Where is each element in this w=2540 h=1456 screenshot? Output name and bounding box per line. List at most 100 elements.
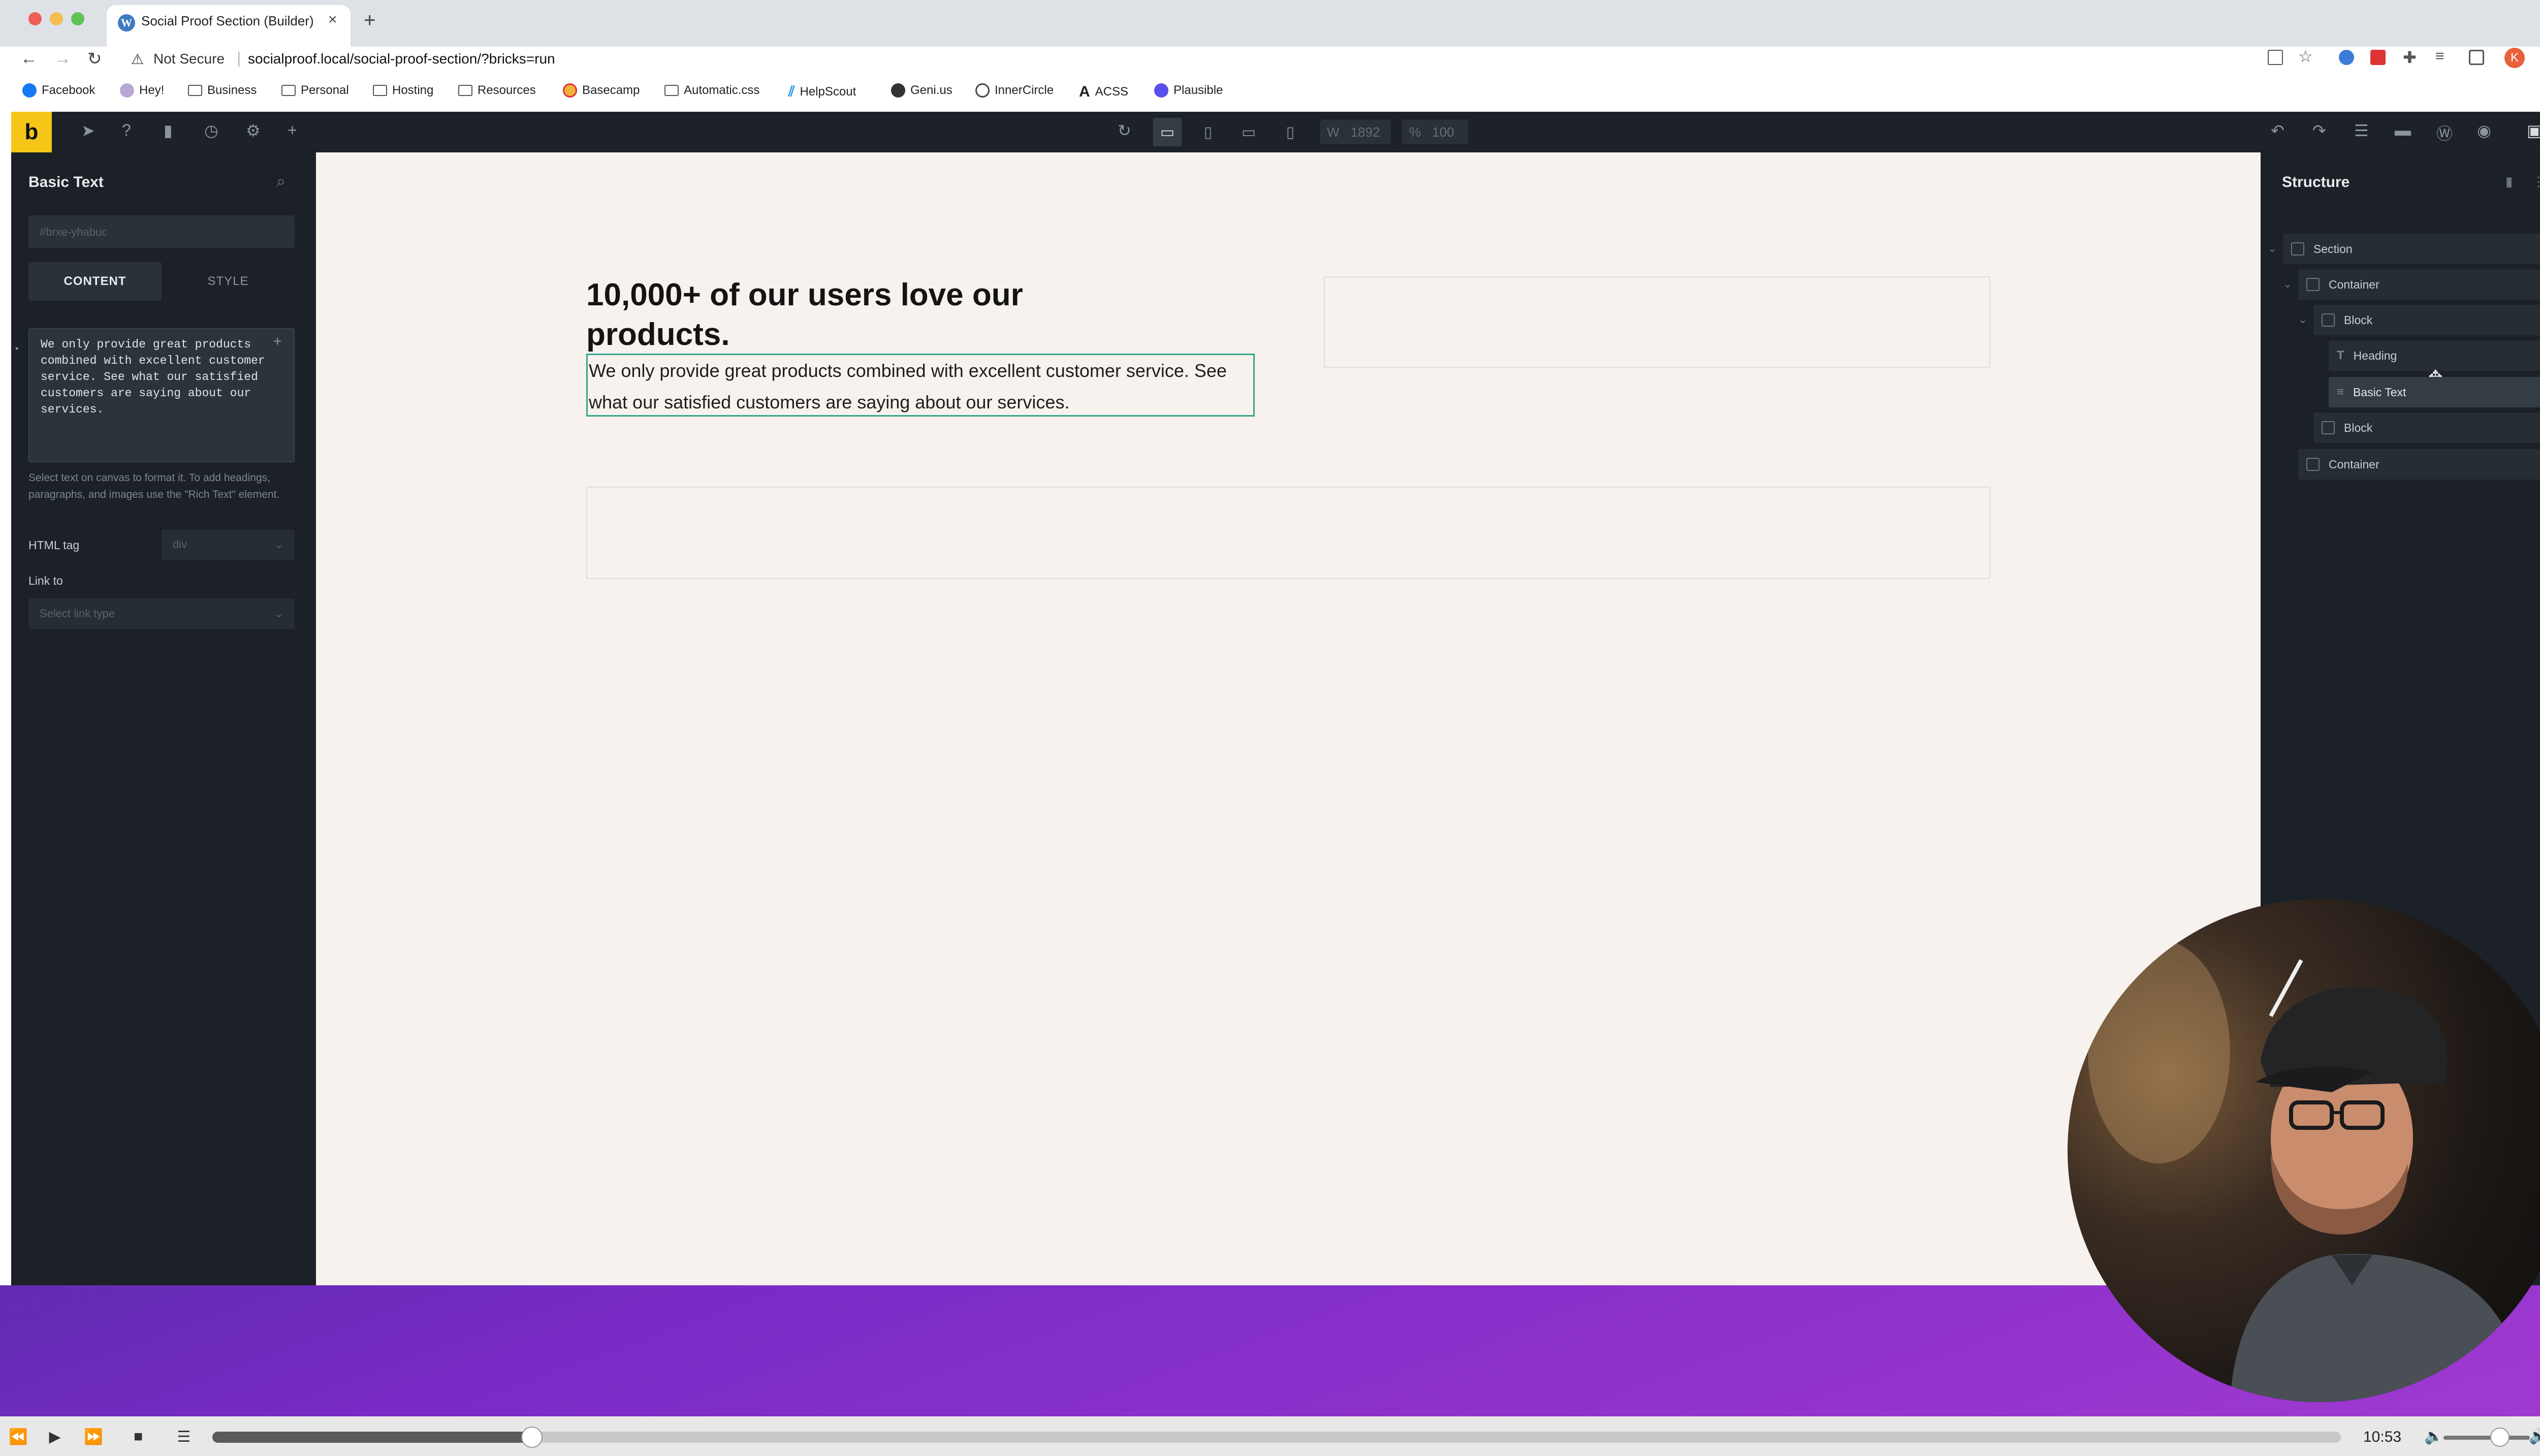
rewind-icon[interactable]: ⏪: [4, 1422, 33, 1451]
tablet-landscape-breakpoint-button[interactable]: ▭: [1234, 118, 1263, 146]
volume-handle[interactable]: [2490, 1428, 2510, 1447]
control-indicator: •: [15, 343, 19, 354]
width-label: W: [1327, 124, 1340, 140]
bookmark-hey[interactable]: Hey!: [120, 83, 164, 98]
dynamic-data-icon[interactable]: +: [273, 333, 281, 350]
maximize-window-button[interactable]: [71, 12, 84, 25]
bookmark-star-icon[interactable]: ☆: [2298, 47, 2313, 66]
bookmark-acss[interactable]: A ACSS: [1079, 83, 1128, 101]
url-input[interactable]: socialproof.local/social-proof-section/?…: [248, 51, 555, 67]
structure-item-section[interactable]: Section: [2283, 234, 2540, 264]
structure-item-label: Block: [2344, 313, 2373, 327]
bricks-logo[interactable]: b: [11, 112, 52, 152]
bookmark-personal[interactable]: Personal: [281, 83, 349, 98]
refresh-icon[interactable]: ↻: [1118, 121, 1131, 140]
elements-icon[interactable]: ➤: [81, 121, 95, 140]
structure-item-block[interactable]: Block: [2313, 413, 2540, 443]
bookmark-genius[interactable]: Geni.us: [891, 83, 952, 98]
stop-icon[interactable]: ■: [124, 1422, 152, 1451]
structure-item-heading[interactable]: T Heading: [2329, 340, 2540, 371]
new-tab-icon[interactable]: +: [364, 9, 375, 32]
structure-item-basic-text[interactable]: ≡ Basic Text: [2329, 377, 2540, 407]
element-settings-panel: [11, 152, 316, 1285]
bookmark-label: Personal: [301, 83, 349, 97]
canvas-width-field[interactable]: W 1892: [1320, 120, 1391, 144]
structure-item-container[interactable]: Container: [2298, 449, 2540, 480]
security-label[interactable]: Not Secure: [153, 51, 225, 67]
history-icon[interactable]: ◷: [204, 121, 218, 140]
element-id-field[interactable]: #brxe-yhabuc: [28, 215, 295, 248]
preview-eye-icon[interactable]: ◉: [2477, 121, 2491, 140]
tab-content[interactable]: CONTENT: [28, 262, 162, 301]
wordpress-admin-icon[interactable]: Ⓦ: [2436, 121, 2453, 144]
builder-toolbar: [11, 112, 2540, 152]
structure-panel-icon[interactable]: ☰: [2354, 121, 2369, 140]
pages-icon[interactable]: ▮: [164, 121, 173, 140]
more-icon[interactable]: ⋮: [2532, 174, 2540, 189]
bookmark-label: Plausible: [1173, 83, 1223, 97]
templates-folder-icon[interactable]: ▬: [2395, 121, 2411, 140]
forward-icon[interactable]: →: [54, 49, 71, 69]
scrubber-handle[interactable]: [521, 1427, 543, 1448]
empty-block[interactable]: [1324, 276, 1990, 368]
profile-avatar[interactable]: K: [2504, 48, 2525, 68]
close-tab-icon[interactable]: ×: [328, 11, 337, 28]
acss-icon: A: [1079, 83, 1090, 100]
save-icon[interactable]: ▣: [2527, 121, 2540, 140]
bookmark-resources[interactable]: Resources: [458, 83, 536, 98]
add-icon[interactable]: +: [288, 121, 297, 140]
bookmark-label: HelpScout: [800, 84, 856, 99]
bookmark-label: Automatic.css: [684, 83, 760, 97]
bookmark-basecamp[interactable]: Basecamp: [563, 83, 640, 98]
undo-icon[interactable]: ↶: [2271, 121, 2284, 140]
canvas-zoom-field[interactable]: % 100: [1402, 120, 1468, 144]
fast-forward-icon[interactable]: ⏩: [79, 1422, 108, 1451]
zoom-value: 100: [1432, 124, 1454, 140]
extension-2-icon[interactable]: [2370, 50, 2386, 65]
extension-1-icon[interactable]: [2339, 50, 2354, 65]
structure-item-block[interactable]: Block: [2313, 305, 2540, 335]
width-value: 1892: [1350, 124, 1380, 140]
basic-text-element[interactable]: We only provide great products combined …: [586, 354, 1255, 417]
chevron-down-icon[interactable]: ⌄: [2268, 242, 2277, 255]
bookmark-automatic-css[interactable]: Automatic.css: [664, 83, 759, 98]
bookmark-facebook[interactable]: Facebook: [22, 83, 95, 98]
desktop-breakpoint-button[interactable]: ▭: [1153, 118, 1182, 146]
redo-icon[interactable]: ↷: [2312, 121, 2326, 140]
settings-gear-icon[interactable]: ⚙: [246, 121, 261, 140]
volume-slider[interactable]: [2443, 1436, 2530, 1440]
minimize-window-button[interactable]: [50, 12, 63, 25]
text-content-textarea[interactable]: We only provide great products combined …: [28, 328, 295, 462]
back-icon[interactable]: ←: [20, 49, 38, 69]
tab-style[interactable]: STYLE: [162, 262, 295, 301]
chevron-down-icon[interactable]: ⌄: [2298, 313, 2307, 326]
chevron-down-icon[interactable]: ⌄: [2283, 277, 2292, 291]
section-heading[interactable]: 10,000+ of our users love our products.: [586, 275, 1043, 355]
structure-item-label: Basic Text: [2353, 385, 2406, 399]
help-icon[interactable]: ?: [122, 121, 131, 140]
side-panel-icon[interactable]: [2469, 50, 2484, 65]
mobile-breakpoint-button[interactable]: ▯: [1276, 118, 1305, 146]
tablet-portrait-breakpoint-button[interactable]: ▯: [1194, 118, 1222, 146]
reload-icon[interactable]: ↻: [87, 49, 102, 69]
link-type-select[interactable]: Select link type ⌄: [28, 598, 295, 629]
trash-icon[interactable]: ▮: [2505, 174, 2513, 189]
html-tag-select[interactable]: div ⌄: [162, 529, 295, 560]
bookmark-innercircle[interactable]: InnerCircle: [975, 83, 1054, 98]
extensions-puzzle-icon[interactable]: ✚: [2403, 48, 2417, 67]
structure-item-container[interactable]: Container: [2298, 269, 2540, 300]
share-icon[interactable]: [2268, 50, 2283, 65]
chevron-down-icon: ⌄: [274, 538, 283, 551]
reading-list-icon[interactable]: ≡: [2435, 48, 2444, 65]
empty-container[interactable]: [586, 487, 1990, 579]
folder-icon: [458, 85, 472, 96]
playlist-icon[interactable]: ☰: [170, 1422, 198, 1451]
search-icon[interactable]: ⌕: [276, 172, 285, 191]
bookmark-hosting[interactable]: Hosting: [373, 83, 433, 98]
bookmark-business[interactable]: Business: [188, 83, 257, 98]
bookmark-plausible[interactable]: Plausible: [1154, 83, 1223, 98]
bookmark-helpscout[interactable]: ⫽ HelpScout: [788, 83, 856, 100]
tab-search-icon[interactable]: ⌄: [2538, 10, 2540, 28]
close-window-button[interactable]: [28, 12, 42, 25]
play-icon[interactable]: ▶: [41, 1422, 69, 1451]
